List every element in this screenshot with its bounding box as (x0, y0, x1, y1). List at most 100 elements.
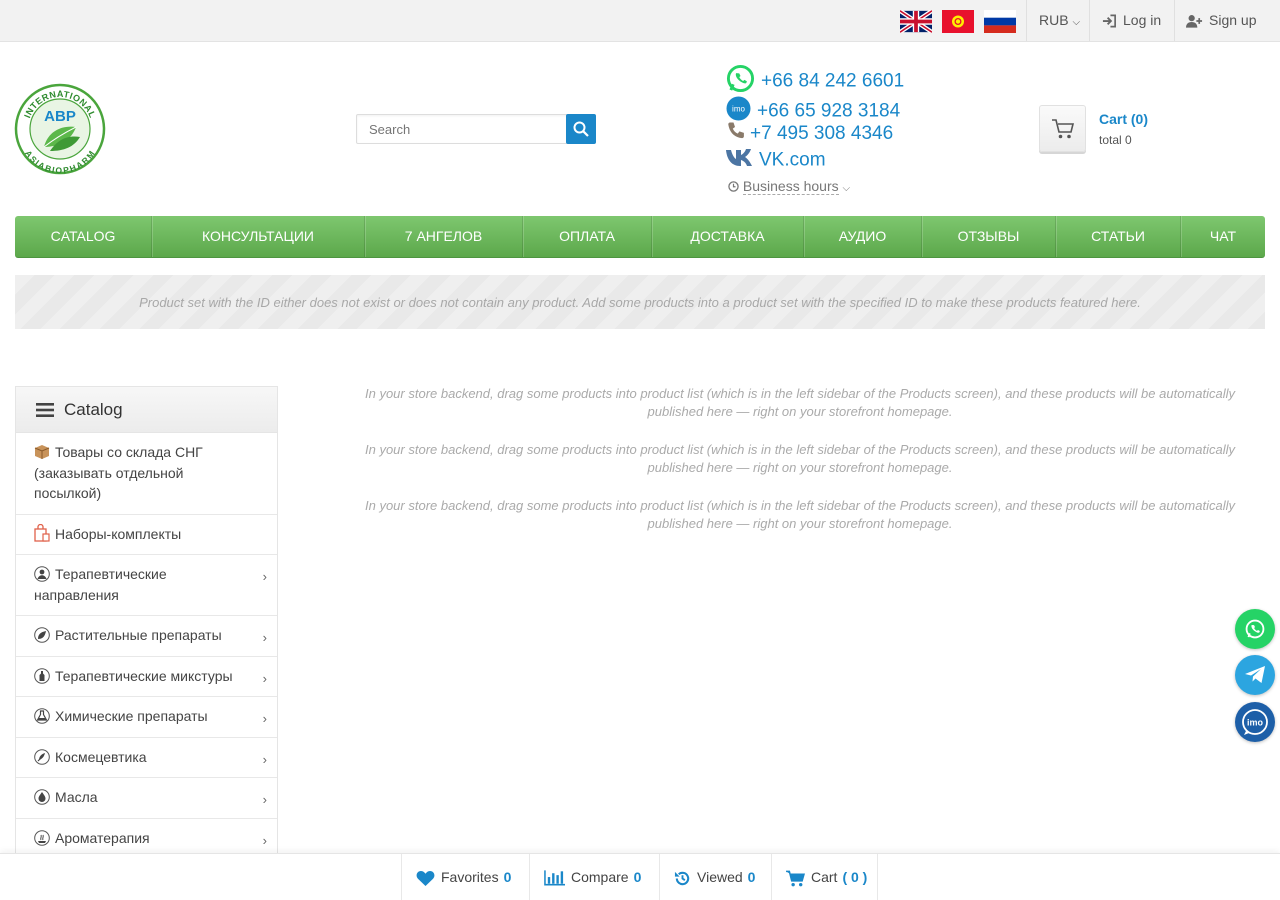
user-plus-icon (1186, 15, 1203, 28)
login-link[interactable]: Log in (1102, 0, 1161, 41)
currency-select[interactable]: RUB ⌵ (1039, 0, 1080, 41)
logo-center-text: ABP (44, 108, 76, 125)
aroma-icon (34, 829, 50, 846)
sidebar-item-label: Терапевтические микстуры (55, 667, 233, 684)
whatsapp-icon (726, 64, 755, 99)
flask-icon (34, 708, 50, 724)
notice-text: Product set with the ID either does not … (139, 294, 1141, 310)
sidebar-item-label: Ароматерапия (55, 829, 150, 846)
vk-contact[interactable]: VK.com (726, 149, 826, 172)
sidebar-item-label: Масла (55, 789, 98, 805)
vk-icon (726, 149, 754, 172)
whatsapp-icon (1245, 619, 1265, 639)
viewed-link[interactable]: Viewed 0 (659, 854, 771, 900)
business-hours-label: Business hours (742, 178, 839, 195)
sidebar-item-label: Химические препараты (55, 708, 208, 724)
cart-title-link[interactable]: Cart (0) (1099, 111, 1148, 127)
cart-total: total 0 (1099, 133, 1132, 147)
sidebar-item-sets[interactable]: Наборы-комплекты (16, 515, 277, 555)
menu-item-reviews[interactable]: ОТЗЫВЫ (922, 216, 1056, 257)
sidebar-item-label: Космецевтика (55, 748, 147, 765)
signup-link[interactable]: Sign up (1186, 0, 1256, 41)
compare-link[interactable]: Compare 0 (529, 854, 659, 900)
floating-imo-button[interactable]: imo (1235, 702, 1275, 742)
phone-icon (726, 121, 746, 147)
compare-count: 0 (633, 869, 642, 885)
chevron-right-icon: › (262, 751, 267, 767)
menu-item-articles[interactable]: СТАТЬИ (1056, 216, 1181, 257)
login-label: Log in (1123, 12, 1162, 28)
chevron-right-icon: › (262, 670, 267, 686)
viewed-count: 0 (747, 869, 756, 885)
site-logo[interactable]: INTERNATIONAL ASIABIOPHARM ABP (14, 83, 106, 175)
search-input[interactable] (356, 114, 568, 144)
vk-link: VK.com (759, 149, 826, 171)
sidebar-item-label: Наборы-комплекты (55, 525, 182, 542)
phone-contact[interactable]: +7 495 308 4346 (726, 121, 893, 147)
sidebar-item-herbal[interactable]: Растительные препараты › (16, 616, 277, 657)
empty-products-message: In your store backend, drag some product… (365, 386, 1235, 419)
history-icon (674, 871, 690, 885)
sidebar-item-therapeutic-directions[interactable]: Терапевтические направления › (16, 555, 277, 616)
chevron-down-icon: ⌵ (842, 183, 851, 194)
header-cart-button[interactable] (1039, 105, 1086, 152)
gift-set-icon (34, 523, 50, 542)
clock-icon (728, 181, 739, 192)
hamburger-icon (36, 402, 54, 417)
sidebar-item-label: Растительные препараты (55, 627, 222, 643)
russia-flag-icon[interactable] (984, 10, 1016, 33)
sidebar-item-chemical[interactable]: Химические препараты › (16, 697, 277, 738)
imo-icon-text: imo (732, 105, 745, 114)
sign-in-icon (1102, 14, 1116, 28)
menu-item-consultations[interactable]: КОНСУЛЬТАЦИИ (152, 216, 365, 257)
sidebar-item-cosmeceutics[interactable]: Космецевтика › (16, 738, 277, 778)
telegram-icon (1245, 666, 1265, 683)
bar-chart-icon (544, 870, 565, 886)
imo-icon-text: imo (1247, 718, 1264, 728)
kyrgyzstan-flag-icon[interactable] (942, 10, 974, 33)
sidebar-item-mixtures[interactable]: Терапевтические микстуры › (16, 657, 277, 697)
business-hours-toggle[interactable]: Business hours ⌵ (728, 178, 851, 195)
whatsapp-number: +66 84 242 6601 (761, 70, 905, 92)
search-button[interactable] (566, 114, 596, 144)
sidebar-header[interactable]: Catalog (16, 387, 277, 433)
compare-label: Compare (571, 869, 629, 885)
floating-telegram-button[interactable] (1235, 655, 1275, 695)
menu-item-chat[interactable]: ЧАТ (1181, 216, 1265, 257)
whatsapp-contact[interactable]: +66 84 242 6601 (726, 64, 904, 99)
currency-label: RUB (1039, 12, 1069, 28)
menu-item-delivery[interactable]: ДОСТАВКА (652, 216, 804, 257)
chevron-right-icon: › (262, 832, 267, 848)
box-icon (34, 444, 50, 460)
doctor-icon (34, 566, 50, 582)
cart-icon (786, 870, 806, 887)
empty-products-message: In your store backend, drag some product… (365, 442, 1235, 475)
chevron-right-icon: › (262, 630, 267, 645)
search-icon (573, 121, 589, 137)
menu-item-catalog[interactable]: CATALOG (15, 216, 152, 257)
bottom-bar: Favorites 0 Compare 0 Viewed 0 Cart( 0 ) (0, 853, 1280, 900)
chevron-right-icon: › (262, 569, 267, 584)
catalog-sidebar: Catalog Товары со склада СНГ (заказывать… (15, 386, 278, 859)
favorites-link[interactable]: Favorites 0 (401, 854, 529, 900)
chevron-down-icon: ⌵ (1072, 17, 1081, 28)
top-bar: RUB ⌵ Log in Sign up (0, 0, 1280, 42)
imo-icon: imo (1242, 709, 1268, 735)
uk-flag-icon[interactable] (900, 10, 932, 33)
menu-item-7-angels[interactable]: 7 АНГЕЛОВ (365, 216, 523, 257)
oil-drop-icon (34, 789, 50, 805)
imo-number: +66 65 928 3184 (757, 100, 901, 122)
cart-label: Cart (811, 869, 838, 885)
bottle-icon (34, 667, 50, 684)
sidebar-item-oils[interactable]: Масла › (16, 778, 277, 819)
leaf-icon (34, 627, 50, 643)
chevron-right-icon: › (262, 711, 267, 726)
sidebar-item-cis-warehouse[interactable]: Товары со склада СНГ (заказывать отдельн… (16, 433, 277, 515)
favorites-count: 0 (503, 869, 512, 885)
floating-whatsapp-button[interactable] (1235, 609, 1275, 649)
menu-item-audio[interactable]: АУДИО (804, 216, 922, 257)
favorites-label: Favorites (441, 869, 499, 885)
bottom-cart-link[interactable]: Cart( 0 ) (771, 854, 878, 900)
main-menu: CATALOG КОНСУЛЬТАЦИИ 7 АНГЕЛОВ ОПЛАТА ДО… (15, 216, 1265, 258)
menu-item-payment[interactable]: ОПЛАТА (523, 216, 652, 257)
